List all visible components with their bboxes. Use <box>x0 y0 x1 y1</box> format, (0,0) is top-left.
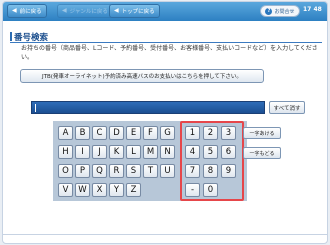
key-e[interactable]: E <box>126 126 141 140</box>
insert-space-button[interactable]: 一字あける <box>243 127 281 139</box>
key-g[interactable]: G <box>160 126 175 140</box>
question-icon: ? <box>265 7 273 15</box>
top-bar: ◀ 前に戻る ◀ ジャンルに戻る ◀ トップに戻る ? お問合せ 17 48 <box>3 2 327 21</box>
key-5[interactable]: 5 <box>203 145 218 159</box>
key-8[interactable]: 8 <box>203 164 218 178</box>
key-j[interactable]: J <box>92 145 107 159</box>
key-x[interactable]: X <box>92 183 107 197</box>
key-s[interactable]: S <box>126 164 141 178</box>
number-input[interactable] <box>31 101 265 114</box>
arrow-left-icon: ◀ <box>114 7 119 14</box>
key-d[interactable]: D <box>109 126 124 140</box>
back-label: 前に戻る <box>19 9 42 15</box>
title-marker <box>10 32 12 41</box>
key-2[interactable]: 2 <box>203 126 218 140</box>
clear-all-button[interactable]: すべて消す <box>269 101 305 114</box>
help-label: お問合せ <box>274 8 295 15</box>
jtb-bus-payment-button[interactable]: JTB(発車オーライネット)予約済み高速バスのお支払いはこちらを押して下さい。 <box>20 69 264 83</box>
instruction-text: お持ちの番号（商品番号、Lコード、予約番号、受付番号、お客様番号、支払いコードな… <box>21 45 318 61</box>
key-a[interactable]: A <box>58 126 73 140</box>
key-v[interactable]: V <box>58 183 73 197</box>
key-6[interactable]: 6 <box>221 145 236 159</box>
key-t[interactable]: T <box>143 164 158 178</box>
key-p[interactable]: P <box>75 164 90 178</box>
key-0[interactable]: 0 <box>203 183 218 197</box>
arrow-left-icon: ◀ <box>12 7 17 14</box>
clock: 17 48 <box>303 6 322 13</box>
key-4[interactable]: 4 <box>185 145 200 159</box>
kiosk-screen: ◀ 前に戻る ◀ ジャンルに戻る ◀ トップに戻る ? お問合せ 17 48 番… <box>2 1 328 244</box>
key-h[interactable]: H <box>58 145 73 159</box>
genre-back-label: ジャンルに戻る <box>69 9 108 15</box>
key-m[interactable]: M <box>143 145 158 159</box>
key-9[interactable]: 9 <box>221 164 236 178</box>
key-7[interactable]: 7 <box>185 164 200 178</box>
key-k[interactable]: K <box>109 145 124 159</box>
key-f[interactable]: F <box>143 126 158 140</box>
key-n[interactable]: N <box>160 145 175 159</box>
key-3[interactable]: 3 <box>221 126 236 140</box>
key-hyphen[interactable]: - <box>185 183 200 197</box>
title-divider <box>10 42 322 43</box>
top-label: トップに戻る <box>121 9 155 15</box>
genre-back-button[interactable]: ◀ ジャンルに戻る <box>57 4 113 18</box>
key-w[interactable]: W <box>75 183 90 197</box>
backspace-button[interactable]: 一字もどる <box>243 147 281 159</box>
key-b[interactable]: B <box>75 126 90 140</box>
key-c[interactable]: C <box>92 126 107 140</box>
key-1[interactable]: 1 <box>185 126 200 140</box>
input-caret <box>35 104 36 112</box>
key-q[interactable]: Q <box>92 164 107 178</box>
top-button[interactable]: ◀ トップに戻る <box>109 4 160 18</box>
key-r[interactable]: R <box>109 164 124 178</box>
arrow-left-icon: ◀ <box>62 7 67 14</box>
key-z[interactable]: Z <box>126 183 141 197</box>
bottom-divider <box>3 234 327 235</box>
key-o[interactable]: O <box>58 164 73 178</box>
back-button[interactable]: ◀ 前に戻る <box>7 4 47 18</box>
help-button[interactable]: ? お問合せ <box>260 5 300 17</box>
key-u[interactable]: U <box>160 164 175 178</box>
key-i[interactable]: I <box>75 145 90 159</box>
key-y[interactable]: Y <box>109 183 124 197</box>
key-l[interactable]: L <box>126 145 141 159</box>
